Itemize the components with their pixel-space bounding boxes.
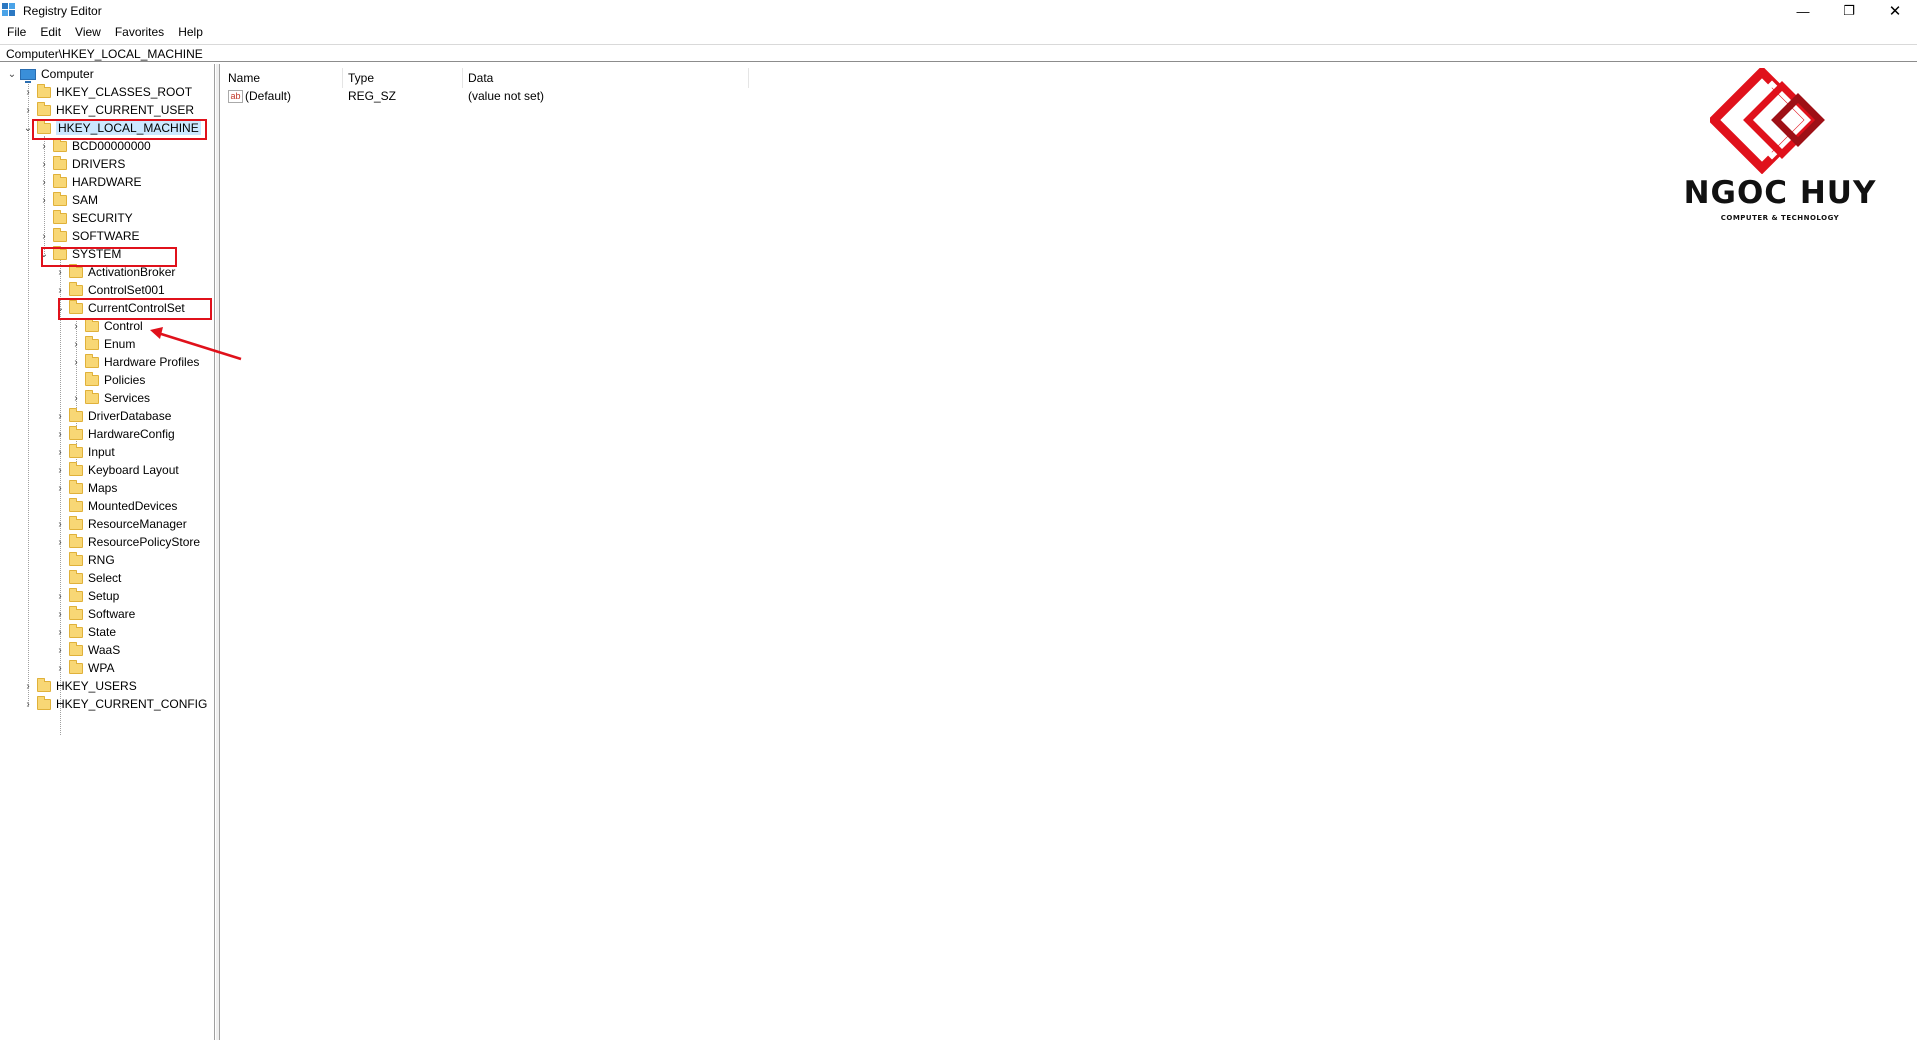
tree-node-label: Policies: [104, 373, 146, 387]
tree-node-label: RNG: [88, 553, 115, 567]
column-separator[interactable]: [462, 68, 463, 88]
tree-node[interactable]: › Setup: [54, 587, 119, 605]
values-list-pane[interactable]: Name Type Data ab (Default) REG_SZ (valu…: [219, 64, 1919, 1040]
tree-node[interactable]: › WPA: [54, 659, 114, 677]
tree-node-label: State: [88, 625, 117, 639]
folder-icon: [69, 407, 83, 422]
logo-mark-icon: [1710, 68, 1825, 174]
tree-node-label: Keyboard Layout: [88, 463, 179, 477]
folder-icon: [85, 389, 99, 404]
folder-icon: [37, 695, 51, 710]
tree-node-label: HKEY_CURRENT_CONFIG: [56, 697, 208, 711]
column-separator[interactable]: [748, 68, 749, 88]
tree-node-label: Services: [104, 391, 151, 405]
tree-node[interactable]: › ResourcePolicyStore: [54, 533, 200, 551]
tree-node[interactable]: MountedDevices: [54, 497, 177, 515]
tree-node-label: DriverDatabase: [88, 409, 172, 423]
title-bar: Registry Editor — ❐ ✕: [0, 0, 1919, 22]
chevron-right-icon[interactable]: ›: [54, 536, 66, 548]
tree-node[interactable]: › Input: [54, 443, 115, 461]
folder-icon: [69, 605, 83, 620]
tree-node-label: WPA: [88, 661, 115, 675]
chevron-right-icon[interactable]: ›: [70, 392, 82, 404]
tree-node-label: MountedDevices: [88, 499, 178, 513]
tree-node-label: HardwareConfig: [88, 427, 175, 441]
chevron-right-icon[interactable]: ›: [54, 446, 66, 458]
chevron-right-icon[interactable]: ›: [22, 680, 34, 692]
tree-node-label: Software: [88, 607, 136, 621]
annotation-arrow: [150, 327, 242, 361]
tree-node[interactable]: › HKEY_CURRENT_CONFIG: [22, 695, 207, 713]
chevron-right-icon[interactable]: ›: [54, 518, 66, 530]
folder-icon: [69, 461, 83, 476]
folder-icon: [69, 587, 83, 602]
folder-icon: [69, 479, 83, 494]
tree-node[interactable]: › Keyboard Layout: [54, 461, 179, 479]
folder-icon: [69, 623, 83, 638]
chevron-right-icon[interactable]: ›: [22, 698, 34, 710]
tree-node[interactable]: › ResourceManager: [54, 515, 187, 533]
folder-icon: [69, 497, 83, 512]
logo-subtitle: COMPUTER & TECHNOLOGY: [1720, 214, 1840, 222]
tree-node[interactable]: › DriverDatabase: [54, 407, 171, 425]
chevron-right-icon[interactable]: ›: [54, 608, 66, 620]
folder-icon: [69, 425, 83, 440]
folder-icon: [69, 551, 83, 566]
tree-node[interactable]: › State: [54, 623, 116, 641]
tree-node[interactable]: › WaaS: [54, 641, 120, 659]
chevron-right-icon[interactable]: ›: [54, 626, 66, 638]
chevron-right-icon[interactable]: ›: [54, 428, 66, 440]
logo-title: NGOC HUY: [1683, 175, 1877, 211]
tree-node-label: ResourcePolicyStore: [88, 535, 201, 549]
ngoc-huy-logo: NGOC HUY COMPUTER & TECHNOLOGY: [1670, 68, 1890, 228]
maximize-button[interactable]: ❐: [1826, 0, 1872, 22]
tree-node[interactable]: › Software: [54, 605, 135, 623]
menu-bar: File Edit View Favorites Help: [0, 22, 1919, 42]
tree-node-label: Input: [88, 445, 115, 459]
column-header-data[interactable]: Data: [468, 70, 493, 86]
tree-node[interactable]: › Services: [70, 389, 150, 407]
tree-node[interactable]: RNG: [54, 551, 115, 569]
value-row-default[interactable]: ab (Default) REG_SZ (value not set): [220, 87, 780, 105]
close-button[interactable]: ✕: [1872, 0, 1918, 22]
folder-icon: [69, 659, 83, 674]
value-type: REG_SZ: [348, 89, 397, 103]
folder-icon: [69, 443, 83, 458]
address-bar[interactable]: Computer\HKEY_LOCAL_MACHINE: [0, 44, 1917, 62]
tree-node[interactable]: Policies: [70, 371, 145, 389]
chevron-right-icon[interactable]: ›: [54, 644, 66, 656]
folder-icon: [69, 569, 83, 584]
tree-node[interactable]: › HKEY_USERS: [22, 677, 137, 695]
folder-icon: [69, 641, 83, 656]
folder-icon: [85, 371, 99, 386]
chevron-right-icon[interactable]: ›: [54, 464, 66, 476]
tree-node[interactable]: Select: [54, 569, 121, 587]
tree-node-label: Setup: [88, 589, 120, 603]
folder-icon: [37, 677, 51, 692]
chevron-right-icon[interactable]: ›: [54, 590, 66, 602]
tree-node[interactable]: › HardwareConfig: [54, 425, 175, 443]
column-separator[interactable]: [342, 68, 343, 88]
tree-node-label: Select: [88, 571, 122, 585]
tree-node-label: WaaS: [88, 643, 121, 657]
tree-node-label: Maps: [88, 481, 118, 495]
folder-icon: [69, 533, 83, 548]
value-data: (value not set): [468, 89, 545, 103]
column-header-type[interactable]: Type: [348, 70, 374, 86]
chevron-right-icon[interactable]: ›: [54, 410, 66, 422]
folder-icon: [69, 515, 83, 530]
tree-node[interactable]: › Maps: [54, 479, 117, 497]
chevron-right-icon[interactable]: ›: [54, 482, 66, 494]
tree-node-label: HKEY_USERS: [56, 679, 137, 693]
chevron-right-icon[interactable]: ›: [54, 662, 66, 674]
tree-node-label: ResourceManager: [88, 517, 187, 531]
minimize-button[interactable]: —: [1780, 0, 1826, 22]
